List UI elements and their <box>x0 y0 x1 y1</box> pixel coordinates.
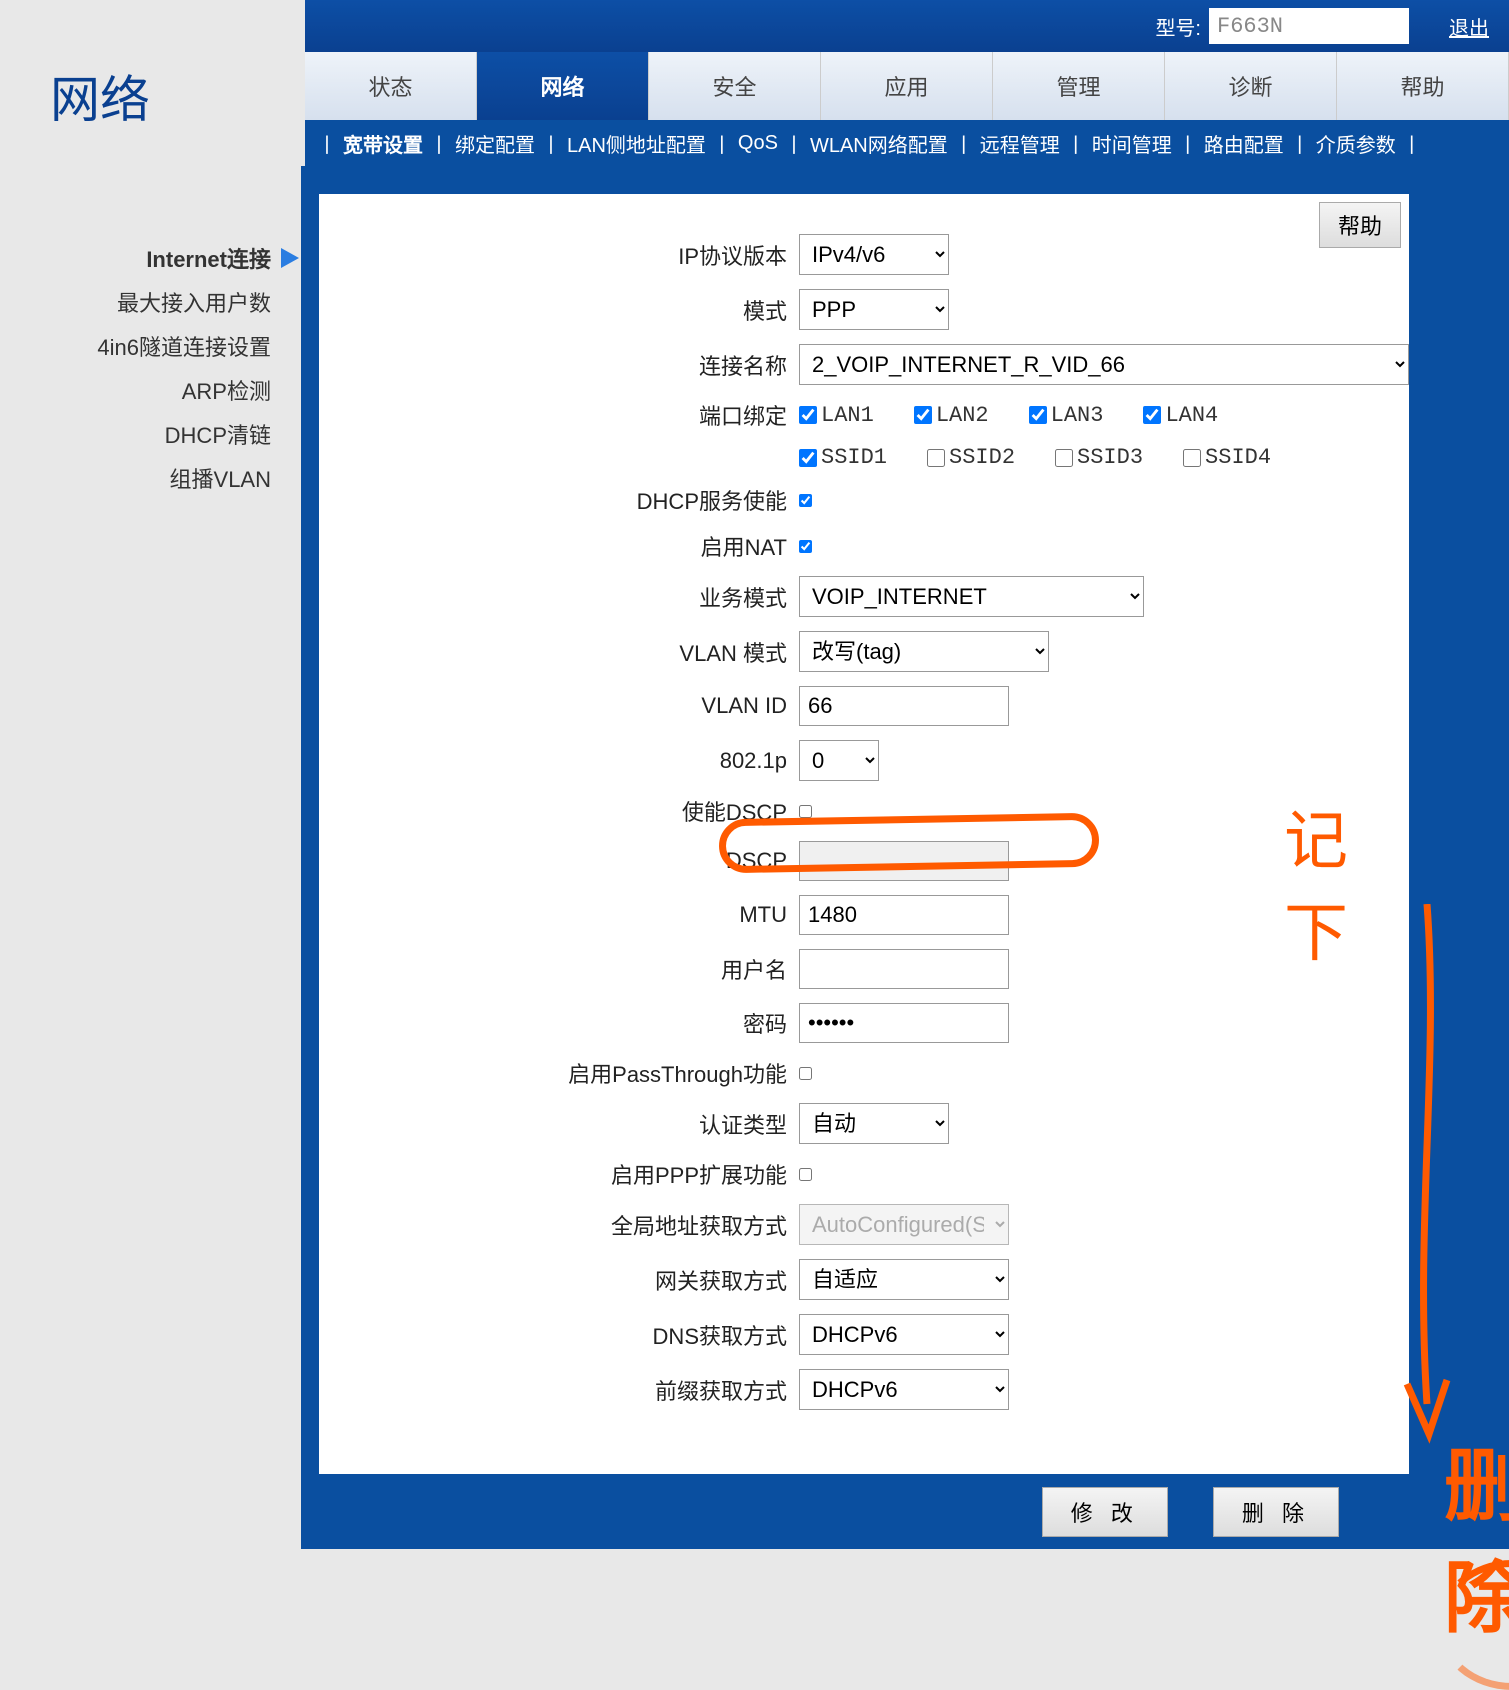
page-title: 网络 <box>50 60 150 132</box>
gw-label: 网关获取方式 <box>319 1264 799 1296</box>
mode-label: 模式 <box>319 294 799 326</box>
port-ssid2[interactable]: SSID2 <box>927 445 1015 470</box>
8021p-label: 802.1p <box>319 748 799 774</box>
auth-select[interactable]: 自动 <box>799 1103 949 1144</box>
tab-diagnosis[interactable]: 诊断 <box>1165 52 1337 120</box>
annotation-circle-delete <box>1437 1560 1509 1690</box>
passthru-checkbox[interactable] <box>799 1067 812 1080</box>
dscp-enable-checkbox[interactable] <box>799 805 812 818</box>
topbar: 型号: 退出 <box>305 0 1509 52</box>
main-nav: 状态 网络 安全 应用 管理 诊断 帮助 <box>305 52 1509 120</box>
nat-label: 启用NAT <box>319 530 799 562</box>
port-bind-label: 端口绑定 <box>319 399 799 431</box>
form-panel: 帮助 IP协议版本 IPv4/v6 模式 PPP 连接名称 2_VOIP_INT… <box>319 194 1409 1474</box>
dscp-label: DSCP <box>319 848 799 874</box>
prefix-select[interactable]: DHCPv6 <box>799 1369 1009 1410</box>
logout-link[interactable]: 退出 <box>1449 12 1489 41</box>
subtab-media[interactable]: 介质参数 <box>1312 129 1400 158</box>
vlan-id-input[interactable] <box>799 686 1009 726</box>
delete-button[interactable]: 删 除 <box>1213 1487 1339 1537</box>
pass-label: 密码 <box>319 1007 799 1039</box>
conn-name-label: 连接名称 <box>319 349 799 381</box>
subtab-lan[interactable]: LAN侧地址配置 <box>563 129 710 158</box>
gw-select[interactable]: 自适应 <box>799 1259 1009 1300</box>
port-ssid1-checkbox[interactable] <box>799 449 817 467</box>
port-lan4[interactable]: LAN4 <box>1143 403 1218 428</box>
prefix-label: 前缀获取方式 <box>319 1374 799 1406</box>
ppp-ext-label: 启用PPP扩展功能 <box>319 1158 799 1190</box>
mtu-label: MTU <box>319 902 799 928</box>
content-wrap: 帮助 IP协议版本 IPv4/v6 模式 PPP 连接名称 2_VOIP_INT… <box>301 166 1509 1549</box>
modify-button[interactable]: 修 改 <box>1042 1487 1168 1537</box>
footer-buttons: 修 改 删 除 <box>1042 1487 1339 1537</box>
tab-application[interactable]: 应用 <box>821 52 993 120</box>
tab-help[interactable]: 帮助 <box>1337 52 1509 120</box>
sidebar-item-4in6[interactable]: 4in6隧道连接设置 <box>0 324 301 368</box>
help-button[interactable]: 帮助 <box>1319 202 1401 248</box>
port-lan2-checkbox[interactable] <box>914 406 932 424</box>
8021p-select[interactable]: 0 <box>799 740 879 781</box>
port-ssid3-checkbox[interactable] <box>1055 449 1073 467</box>
sub-nav: 丨宽带设置 丨绑定配置 丨LAN侧地址配置 丨QoS 丨WLAN网络配置 丨远程… <box>305 120 1509 166</box>
sidebar-item-arp[interactable]: ARP检测 <box>0 368 301 412</box>
pass-input[interactable] <box>799 1003 1009 1043</box>
dscp-input <box>799 841 1009 881</box>
subtab-time[interactable]: 时间管理 <box>1088 129 1176 158</box>
conn-name-select[interactable]: 2_VOIP_INTERNET_R_VID_66 <box>799 344 1409 385</box>
subtab-route[interactable]: 路由配置 <box>1200 129 1288 158</box>
subtab-wlan[interactable]: WLAN网络配置 <box>806 129 952 158</box>
tab-security[interactable]: 安全 <box>649 52 821 120</box>
dns-label: DNS获取方式 <box>319 1319 799 1351</box>
subtab-broadband[interactable]: 宽带设置 <box>339 129 427 158</box>
annotation-text-delete: 删除 <box>1444 1424 1509 1648</box>
ip-version-select[interactable]: IPv4/v6 <box>799 234 949 275</box>
port-lan3[interactable]: LAN3 <box>1029 403 1104 428</box>
tab-network[interactable]: 网络 <box>477 52 649 120</box>
port-lan4-checkbox[interactable] <box>1143 406 1161 424</box>
port-ssid4-checkbox[interactable] <box>1183 449 1201 467</box>
nat-checkbox[interactable] <box>799 540 812 553</box>
sidebar-item-dhcp[interactable]: DHCP清链 <box>0 412 301 456</box>
mode-select[interactable]: PPP <box>799 289 949 330</box>
user-input[interactable] <box>799 949 1009 989</box>
port-lan1-checkbox[interactable] <box>799 406 817 424</box>
sidebar-item-vlan[interactable]: 组播VLAN <box>0 456 301 500</box>
subtab-qos[interactable]: QoS <box>734 132 782 155</box>
sidebar: Internet连接 最大接入用户数 4in6隧道连接设置 ARP检测 DHCP… <box>0 166 301 1549</box>
model-input[interactable] <box>1209 8 1409 44</box>
tab-management[interactable]: 管理 <box>993 52 1165 120</box>
dscp-enable-label: 使能DSCP <box>319 795 799 827</box>
port-ssid1[interactable]: SSID1 <box>799 445 887 470</box>
service-mode-label: 业务模式 <box>319 581 799 613</box>
dhcp-label: DHCP服务使能 <box>319 484 799 516</box>
port-ssid2-checkbox[interactable] <box>927 449 945 467</box>
subtab-remote[interactable]: 远程管理 <box>976 129 1064 158</box>
service-mode-select[interactable]: VOIP_INTERNET <box>799 576 1144 617</box>
subtab-binding[interactable]: 绑定配置 <box>451 129 539 158</box>
vlan-mode-label: VLAN 模式 <box>319 636 799 668</box>
port-lan2[interactable]: LAN2 <box>914 403 989 428</box>
global-addr-select: AutoConfigured(S <box>799 1204 1009 1245</box>
user-label: 用户名 <box>319 953 799 985</box>
global-addr-label: 全局地址获取方式 <box>319 1209 799 1241</box>
port-lan3-checkbox[interactable] <box>1029 406 1047 424</box>
auth-label: 认证类型 <box>319 1108 799 1140</box>
ip-version-label: IP协议版本 <box>319 239 799 271</box>
sidebar-item-maxusers[interactable]: 最大接入用户数 <box>0 280 301 324</box>
sidebar-item-internet[interactable]: Internet连接 <box>0 236 301 280</box>
ppp-ext-checkbox[interactable] <box>799 1168 812 1181</box>
port-lan1[interactable]: LAN1 <box>799 403 874 428</box>
model-label: 型号: <box>1147 12 1209 41</box>
mtu-input[interactable] <box>799 895 1009 935</box>
port-ssid3[interactable]: SSID3 <box>1055 445 1143 470</box>
vlan-mode-select[interactable]: 改写(tag) <box>799 631 1049 672</box>
dhcp-checkbox[interactable] <box>799 494 812 507</box>
dns-select[interactable]: DHCPv6 <box>799 1314 1009 1355</box>
tab-status[interactable]: 状态 <box>305 52 477 120</box>
vlan-id-label: VLAN ID <box>319 693 799 719</box>
passthru-label: 启用PassThrough功能 <box>319 1057 799 1089</box>
port-ssid4[interactable]: SSID4 <box>1183 445 1271 470</box>
